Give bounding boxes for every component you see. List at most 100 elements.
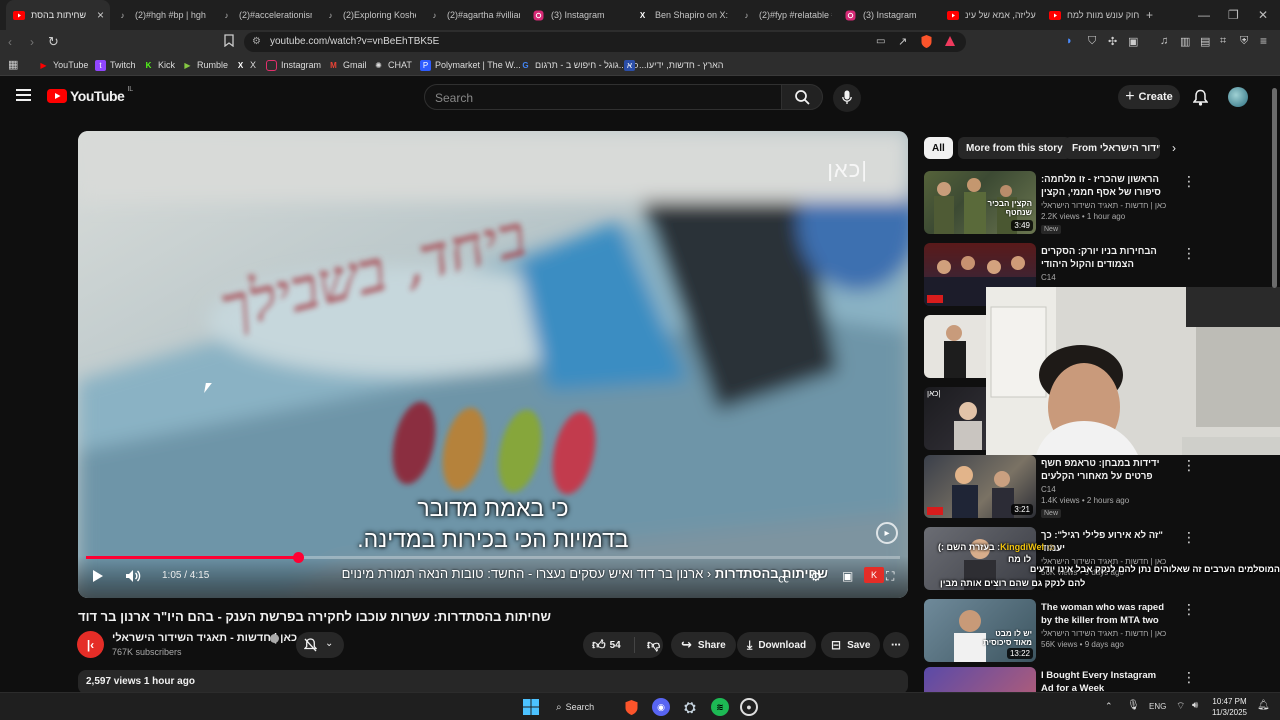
news-icon[interactable]: ⌗ [1220,35,1226,48]
notifications-bell-icon[interactable] [1193,89,1208,106]
obs-icon[interactable]: ● [740,698,758,716]
chevron-right-icon[interactable]: › [1172,141,1176,155]
tab-tiktok[interactable]: ♪ (2)#agartha #villian [422,0,526,30]
subscribed-bell-button[interactable]: ⌄ [296,632,344,658]
video-thumbnail[interactable]: הקצין הבכיר שנחטף 3:49 [924,171,1036,234]
video-thumbnail[interactable] [924,667,1036,692]
brave-rewards-icon[interactable] [944,35,956,47]
bookmark-icon[interactable] [224,34,234,47]
more-vertical-icon[interactable]: ⋮ [1182,601,1196,618]
screenshot-icon[interactable]: ▣ [1128,35,1138,48]
more-actions-button[interactable]: ⋯ [883,632,909,658]
search-input[interactable]: Search [424,84,782,110]
scrubber-handle[interactable] [292,552,304,563]
video-thumbnail[interactable]: יש לו מבט מאוד סיכוסית 13:22 [924,599,1036,662]
reload-icon[interactable]: ↻ [48,34,59,50]
tab-youtube[interactable]: עליזה, אמא של עינ [940,0,1044,30]
profile-shield-icon[interactable]: ⛨ [1240,35,1248,48]
shield-icon[interactable]: ⛉ [1088,35,1096,48]
miniplayer-icon[interactable]: ▣ [842,569,853,583]
tab-tiktok[interactable]: ♪ (2)Exploring Kosher [318,0,422,30]
speaker-icon[interactable]: 🔊︎ [1192,700,1198,711]
voice-search-button[interactable] [833,84,861,112]
video-thumbnail[interactable]: 3:21 [924,455,1036,518]
tab-x[interactable]: X Ben Shapiro on X: " [630,0,734,30]
bookmark-x[interactable]: XX [235,58,256,72]
volume-icon[interactable] [125,569,141,583]
chip-more-from-story[interactable]: More from this story [958,137,1071,159]
more-vertical-icon[interactable]: ⋮ [1182,669,1196,686]
bookmark-twitch[interactable]: t Twitch [95,58,136,72]
recommendation-item[interactable]: הקצין הבכיר שנחטף 3:49 הראשון שהכריז - ז… [924,171,1270,237]
more-vertical-icon[interactable]: ⋮ [1182,173,1196,190]
wallet-icon[interactable]: ▤ [1200,35,1210,48]
more-vertical-icon[interactable]: ⋮ [1182,457,1196,474]
menu-icon[interactable]: ≡ [1260,34,1267,48]
tab-tiktok[interactable]: ♪ (2)#accelerationism [214,0,318,30]
fullscreen-icon[interactable]: ⛶ [886,569,894,584]
bookmark-polymarket[interactable]: P Polymarket | The W... [420,58,521,72]
recommendation-item[interactable]: יש לו מבט מאוד סיכוסית 13:22 The woman w… [924,599,1270,665]
vpn-icon[interactable]: ◗ [1066,35,1073,47]
bookmark-chat[interactable]: ✺ CHAT [373,58,412,72]
notifications-icon[interactable]: 🔔︎ [1257,700,1270,711]
close-window-icon[interactable]: ✕ [1258,8,1268,22]
hamburger-menu-icon[interactable] [16,89,31,101]
tab-active-youtube[interactable]: שחיתות בהסת × [6,0,110,30]
dislike-button[interactable]: 👎︎ [641,637,660,653]
progress-bar[interactable] [86,552,900,563]
download-button[interactable]: ⤓ Download [737,632,817,658]
back-arrow-icon[interactable]: ‹ [8,35,12,49]
tab-tiktok[interactable]: ♪ (2)#fyp #relatable # [734,0,838,30]
bookmark-google-translate[interactable]: G Go...גוגל - חיפוש ב - תרגום [520,58,638,72]
new-tab-button[interactable]: + [1146,8,1153,22]
recommendation-item[interactable]: 3:21 ידידות במבחן: טראמפ חשף פרטים על מא… [924,455,1270,521]
site-info-icon[interactable]: ⚙ [252,36,261,47]
spotify-icon[interactable]: ≋ [711,698,729,716]
extensions-icon[interactable]: ✣ [1108,35,1117,48]
like-button[interactable]: 👍︎ 54 [583,637,635,653]
bookmark-haaretz[interactable]: א הארץ - חדשות, ידיעו... [624,58,723,72]
chip-from-channel[interactable]: From השידור הישראלי [1064,137,1160,159]
address-bar[interactable]: ⚙ youtube.com/watch?v=vnBeEhTBK5E ▭ ↗ [244,32,966,52]
tab-youtube[interactable]: חוק עונש מוות למח [1042,0,1146,30]
forward-arrow-icon[interactable]: › [30,35,34,49]
maximize-icon[interactable]: ❐ [1228,8,1239,22]
subtitles-icon[interactable]: ㏄ [778,570,789,586]
bookmark-rumble[interactable]: ▶ Rumble [182,58,228,72]
channel-logo-overlay-icon[interactable]: K [864,567,884,583]
tab-instagram[interactable]: (3) Instagram [526,0,630,30]
play-icon[interactable] [92,569,104,583]
youtube-logo[interactable]: YouTube IL [47,86,133,104]
tray-chevron-icon[interactable]: ⌃ [1105,701,1113,712]
share-button[interactable]: ↪ Share [671,632,736,658]
channel-avatar[interactable]: |‹ [77,631,104,658]
bookmark-gmail[interactable]: M Gmail [328,58,366,72]
share-icon[interactable]: ↗ [898,35,907,48]
media-icon[interactable]: ♫ [1160,35,1168,47]
brave-browser-icon[interactable] [622,698,640,716]
save-button[interactable]: ⊟ Save [821,632,881,658]
cast-icon[interactable]: ▭ [876,36,885,47]
bookmark-youtube[interactable]: ▶ YouTube [38,58,88,72]
steam-icon[interactable]: ⛭ [681,698,699,716]
tab-close-icon[interactable]: × [97,8,104,22]
user-avatar[interactable] [1228,87,1248,107]
wifi-icon[interactable]: ⌔ [1176,700,1185,713]
chip-all[interactable]: All [924,137,953,159]
apps-grid-icon[interactable]: ▦ [8,58,18,71]
taskbar-clock[interactable]: 10:47 PM 11/3/2025 [1212,696,1247,718]
more-vertical-icon[interactable]: ⋮ [1182,245,1196,262]
brave-shield-icon[interactable] [920,34,933,49]
tray-microphone-icon[interactable]: 🎙︎ [1127,700,1140,711]
video-player[interactable]: ביחד, בשבילך כאן| ▸ כי באמת מדובר בדמויו… [78,131,908,598]
minimize-icon[interactable]: — [1198,8,1210,22]
search-button[interactable] [781,84,823,110]
windows-start-icon[interactable] [522,698,540,716]
create-button[interactable]: + Create [1118,85,1180,109]
discord-icon[interactable]: ◉ [652,698,670,716]
tab-tiktok[interactable]: ♪ (2)#hgh #bp | hgh h [110,0,214,30]
bookmark-instagram[interactable]: Instagram [266,58,321,72]
sidebar-icon[interactable]: ▥ [1180,35,1190,48]
settings-gear-icon[interactable]: ⚙ [810,569,822,585]
